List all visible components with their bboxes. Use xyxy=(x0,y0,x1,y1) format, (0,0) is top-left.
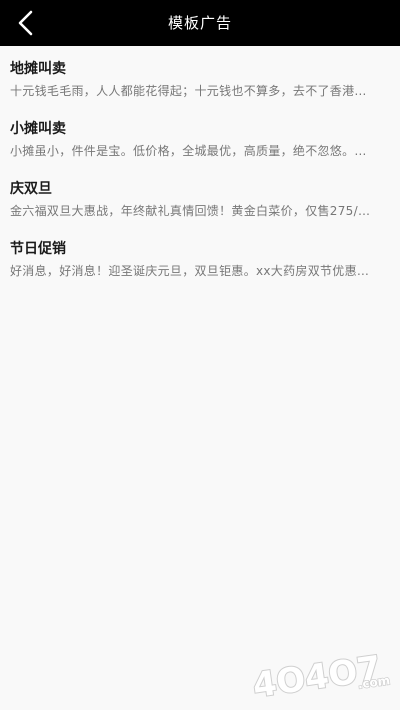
template-description: 十元钱毛毛雨，人人都能花得起；十元钱也不算多，去不了香港… xyxy=(10,84,367,98)
template-description: 小摊虽小，件件是宝。低价格，全城最优，高质量，绝不忽悠。… xyxy=(10,144,367,158)
template-title: 小摊叫卖 xyxy=(10,121,66,137)
template-item-xiaotan[interactable]: 小摊叫卖 小摊虽小，件件是宝。低价格，全城最优，高质量，绝不忽悠。… xyxy=(0,106,400,166)
template-title: 节日促销 xyxy=(10,241,66,257)
page-title: 模板广告 xyxy=(167,14,232,32)
template-description: 金六福双旦大惠战，年终献礼真情回馈！黄金白菜价，仅售275/… xyxy=(10,204,371,218)
template-item-shuangdan[interactable]: 庆双旦 金六福双旦大惠战，年终献礼真情回馈！黄金白菜价，仅售275/… xyxy=(0,166,400,226)
template-title: 地摊叫卖 xyxy=(10,61,66,77)
app-screen: 模板广告 地摊叫卖 十元钱毛毛雨，人人都能花得起；十元钱也不算多，去不了香港… … xyxy=(0,0,400,710)
template-item-ditan[interactable]: 地摊叫卖 十元钱毛毛雨，人人都能花得起；十元钱也不算多，去不了香港… xyxy=(0,46,400,106)
template-title: 庆双旦 xyxy=(10,181,52,197)
site-watermark-logo: 4O4O7 .com xyxy=(249,648,391,704)
template-list: 地摊叫卖 十元钱毛毛雨，人人都能花得起；十元钱也不算多，去不了香港… 小摊叫卖 … xyxy=(0,46,400,286)
top-navigation-bar: 模板广告 xyxy=(0,0,400,46)
template-item-festival[interactable]: 节日促销 好消息，好消息！迎圣诞庆元旦，双旦钜惠。xx大药房双节优惠… xyxy=(0,226,400,286)
template-description: 好消息，好消息！迎圣诞庆元旦，双旦钜惠。xx大药房双节优惠… xyxy=(10,264,370,278)
